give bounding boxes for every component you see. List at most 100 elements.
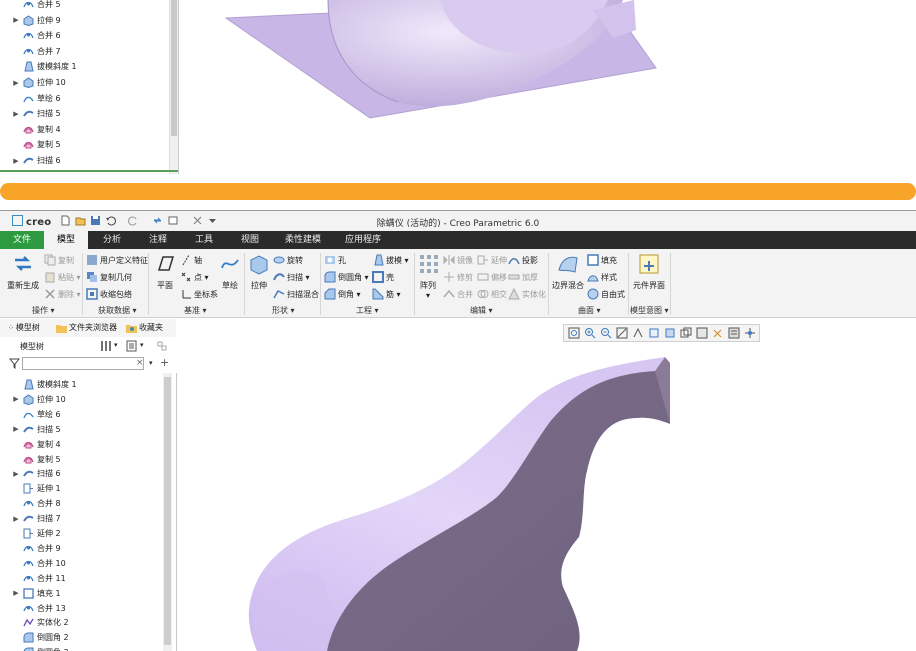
intersect-button[interactable]: 相交 bbox=[477, 288, 507, 300]
regenerate-button[interactable]: 重新生成 bbox=[6, 252, 40, 291]
expand-arrow-icon[interactable]: ▶ bbox=[10, 157, 22, 165]
model-tree-item[interactable]: ▶ 填充 1 bbox=[10, 586, 61, 601]
add-item-icon[interactable]: + bbox=[160, 356, 169, 369]
perspective-icon[interactable] bbox=[679, 327, 692, 339]
menu-analysis[interactable]: 分析 bbox=[90, 231, 134, 249]
spin-center-icon[interactable] bbox=[743, 327, 756, 339]
expand-arrow-icon[interactable]: ▶ bbox=[10, 470, 22, 478]
expand-arrow-icon[interactable]: ▶ bbox=[10, 79, 22, 87]
model-tree-item[interactable]: 实体化 2 bbox=[10, 615, 69, 630]
thicken-button[interactable]: 加厚 bbox=[508, 271, 538, 283]
draft-button[interactable]: 拔模 ▾ bbox=[372, 254, 409, 266]
model-tree-item[interactable]: 复制 5 bbox=[10, 452, 61, 467]
fill-button[interactable]: 填充 bbox=[587, 254, 617, 266]
copy-button[interactable]: 复制 bbox=[44, 254, 74, 266]
group-label-get-data[interactable]: 获取数据 ▾ bbox=[98, 305, 137, 316]
menu-model[interactable]: 模型 bbox=[44, 231, 88, 249]
top-tree-scrollbar[interactable] bbox=[169, 0, 178, 174]
model-tree-item[interactable]: 合并 13 bbox=[10, 601, 66, 616]
delete-button[interactable]: 删除 ▾ bbox=[44, 288, 81, 300]
group-label-model-intent[interactable]: 模型意图 ▾ bbox=[630, 305, 669, 316]
csys-button[interactable]: 坐标系 bbox=[180, 288, 218, 300]
model-tree-item[interactable]: ▶ 扫描 7 bbox=[10, 511, 60, 526]
expand-arrow-icon[interactable]: ▶ bbox=[10, 515, 22, 523]
sweep-button[interactable]: 扫描 ▾ bbox=[273, 271, 310, 283]
rib-button[interactable]: 筋 ▾ bbox=[372, 288, 401, 300]
model-tree-scrollbar[interactable] bbox=[163, 373, 172, 651]
boundary-blend-button[interactable]: 边界混合 bbox=[551, 252, 585, 291]
group-label-shapes[interactable]: 形状 ▾ bbox=[272, 305, 295, 316]
tree-settings-dropdown-icon[interactable]: ▾ bbox=[140, 341, 144, 349]
top-tree-item[interactable]: 复制 5 bbox=[10, 137, 61, 152]
tab-folder-browser[interactable]: 文件夹浏览器 bbox=[56, 322, 117, 333]
display-style-icon[interactable] bbox=[663, 327, 676, 339]
view-manager-icon[interactable] bbox=[695, 327, 708, 339]
shrinkwrap-button[interactable]: 收缩包络 bbox=[86, 288, 132, 300]
model-tree-item[interactable]: ▶ 扫描 6 bbox=[10, 466, 60, 481]
extend-button[interactable]: 延伸 bbox=[477, 254, 507, 266]
revolve-button[interactable]: 旋转 bbox=[273, 254, 303, 266]
menu-view[interactable]: 视图 bbox=[228, 231, 272, 249]
axis-button[interactable]: 轴 bbox=[180, 254, 202, 266]
hole-button[interactable]: 孔 bbox=[324, 254, 346, 266]
expand-arrow-icon[interactable]: ▶ bbox=[10, 110, 22, 118]
zoom-in-icon[interactable] bbox=[583, 327, 596, 339]
tree-settings-icon[interactable] bbox=[126, 340, 137, 352]
group-label-surfaces[interactable]: 曲面 ▾ bbox=[578, 305, 601, 316]
expand-arrow-icon[interactable]: ▶ bbox=[10, 395, 22, 403]
component-interface-button[interactable]: 元件界面 bbox=[631, 252, 667, 291]
model-tree-item[interactable]: 合并 8 bbox=[10, 496, 61, 511]
model-tree-item[interactable]: 倒圆角 2 bbox=[10, 630, 69, 645]
tree-filters-icon[interactable] bbox=[100, 340, 112, 352]
plane-button[interactable]: 平面 bbox=[152, 252, 178, 291]
top-tree-item[interactable]: 合并 7 bbox=[10, 44, 61, 59]
model-tree-item[interactable]: ▶ 拉伸 10 bbox=[10, 392, 66, 407]
top-tree-scroll-thumb[interactable] bbox=[171, 0, 177, 136]
filter-icon[interactable] bbox=[9, 358, 20, 369]
mirror-button[interactable]: 镜像 bbox=[443, 254, 473, 266]
tab-favorites[interactable]: 收藏夹 bbox=[126, 322, 163, 333]
paste-button[interactable]: 粘贴 ▾ bbox=[44, 271, 81, 283]
model-tree-scroll-thumb[interactable] bbox=[164, 377, 171, 645]
model-tree-item[interactable]: 草绘 6 bbox=[10, 407, 61, 422]
style-button[interactable]: 样式 bbox=[587, 271, 617, 283]
group-label-datum[interactable]: 基准 ▾ bbox=[184, 305, 207, 316]
extrude-button[interactable]: 拉伸 bbox=[247, 252, 271, 291]
swept-blend-button[interactable]: 扫描混合 bbox=[273, 288, 319, 300]
point-button[interactable]: 点 ▾ bbox=[180, 271, 209, 283]
chamfer-button[interactable]: 倒角 ▾ bbox=[324, 288, 361, 300]
model-tree-item[interactable]: 拔模斜度 1 bbox=[10, 377, 77, 392]
repaint-icon[interactable] bbox=[615, 327, 628, 339]
copy-geometry-button[interactable]: 复制几何 bbox=[86, 271, 132, 283]
top-tree-item[interactable]: 草绘 6 bbox=[10, 91, 61, 106]
project-button[interactable]: 投影 bbox=[508, 254, 538, 266]
top-tree-item[interactable]: 复制 4 bbox=[10, 122, 61, 137]
clear-search-icon[interactable]: × bbox=[136, 358, 144, 368]
top-tree-item[interactable]: ▶ 扫描 5 bbox=[10, 106, 60, 121]
group-label-editing[interactable]: 编辑 ▾ bbox=[470, 305, 493, 316]
tab-model-tree[interactable]: ⁘ 模型树 bbox=[8, 322, 40, 333]
pattern-button[interactable]: 阵列 ▾ bbox=[417, 252, 439, 300]
top-tree-item[interactable]: 拔模斜度 1 bbox=[10, 59, 77, 74]
model-3d-view[interactable] bbox=[177, 319, 916, 651]
trim-button[interactable]: 修剪 bbox=[443, 271, 473, 283]
freestyle-button[interactable]: 自由式 bbox=[587, 288, 625, 300]
group-label-operations[interactable]: 操作 ▾ bbox=[32, 305, 55, 316]
menu-tools[interactable]: 工具 bbox=[182, 231, 226, 249]
show-tree-columns-icon[interactable] bbox=[156, 340, 168, 352]
model-tree-item[interactable]: 倒圆角 3 bbox=[10, 645, 69, 651]
graphics-window[interactable] bbox=[177, 319, 916, 651]
expand-arrow-icon[interactable]: ▶ bbox=[10, 16, 22, 24]
offset-button[interactable]: 偏移 bbox=[477, 271, 507, 283]
expand-arrow-icon[interactable]: ▶ bbox=[10, 425, 22, 433]
solidify-button[interactable]: 实体化 bbox=[508, 288, 546, 300]
model-tree-item[interactable]: 合并 11 bbox=[10, 571, 66, 586]
merge-button[interactable]: 合并 bbox=[443, 288, 473, 300]
tree-search-input[interactable] bbox=[22, 357, 144, 370]
saved-orientations-icon[interactable] bbox=[647, 327, 660, 339]
expand-arrow-icon[interactable]: ▶ bbox=[10, 589, 22, 597]
top-tree-item[interactable]: ▶ 拉伸 9 bbox=[10, 13, 61, 28]
top-tree-item[interactable]: ▶ 拉伸 10 bbox=[10, 75, 66, 90]
top-tree-item[interactable]: ▶ 扫描 6 bbox=[10, 153, 60, 168]
menu-flexible-modeling[interactable]: 柔性建模 bbox=[276, 231, 330, 249]
